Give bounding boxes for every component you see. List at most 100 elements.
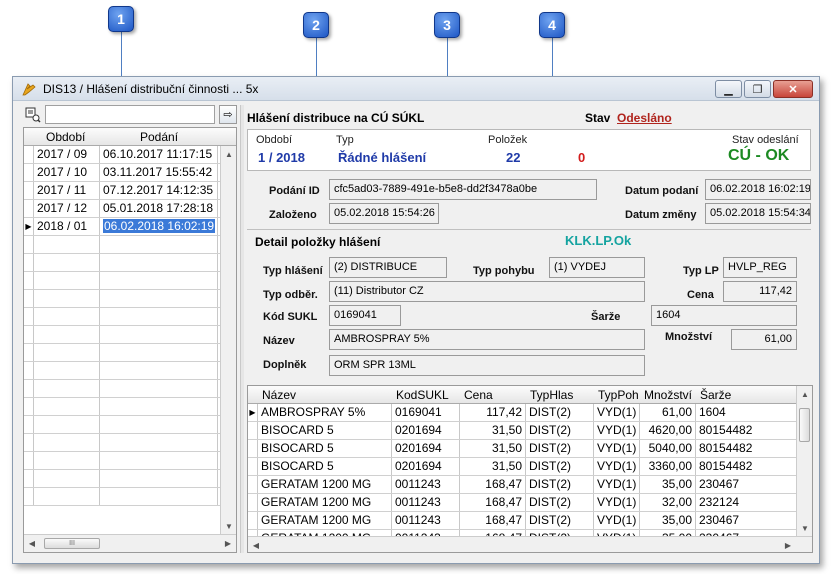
period-row[interactable]: 2017 / 09 06.10.2017 11:17:15 — [24, 146, 236, 164]
sarze-field[interactable]: 1604 — [651, 305, 797, 326]
scroll-left-icon[interactable]: ◀ — [248, 537, 264, 552]
item-row[interactable]: BISOCARD 5 0201694 31,50 DIST(2) VYD(1) 3360,… — [248, 458, 798, 476]
row-indicator — [248, 476, 258, 493]
minimize-button[interactable]: ▁ — [715, 80, 742, 98]
cell-podani — [100, 452, 218, 469]
scroll-thumb[interactable] — [799, 408, 810, 442]
cell-mnozstvi: 61,00 — [640, 404, 696, 421]
search-input[interactable] — [45, 105, 215, 124]
column-header-obdobi[interactable]: Období — [46, 130, 85, 144]
podani-id-field[interactable]: cfc5ad03-7889-491e-b5e8-dd2f3478a0be — [329, 179, 597, 200]
mnozstvi-field[interactable]: 61,00 — [731, 329, 797, 350]
detail-pane: Hlášení distribuce na CÚ SÚKL Stav Odesl… — [245, 105, 815, 553]
cell-kodsukl: 0201694 — [392, 440, 460, 457]
close-button[interactable]: ✕ — [773, 80, 813, 98]
datum-zmeny-field[interactable]: 05.02.2018 15:54:34 — [705, 203, 811, 224]
item-row[interactable]: BISOCARD 5 0201694 31,50 DIST(2) VYD(1) 4620,… — [248, 422, 798, 440]
item-row[interactable]: GERATAM 1200 MG0011243168,47DIST(2)VYD(1… — [248, 512, 798, 530]
empty-row — [24, 272, 236, 290]
cell-sarze: 1604 — [696, 404, 798, 421]
empty-row — [24, 236, 236, 254]
cell-obdobi — [34, 344, 100, 361]
cell-mnozstvi: 35,00 — [640, 512, 696, 529]
row-indicator — [248, 422, 258, 439]
period-grid-header: Období Podání — [24, 128, 236, 146]
empty-row — [24, 362, 236, 380]
cena-field[interactable]: 117,42 — [723, 281, 797, 302]
pane-splitter[interactable] — [240, 105, 244, 553]
typ-odber-field[interactable]: (11) Distributor CZ — [329, 281, 645, 302]
column-header-sarze[interactable]: Šarže — [700, 388, 731, 402]
scroll-thumb[interactable]: III — [44, 538, 100, 549]
items-grid: Název KodSUKL Cena TypHlas TypPoh Množství Šar… — [247, 385, 813, 553]
scroll-up-icon[interactable]: ▲ — [797, 386, 812, 402]
nazev-field[interactable]: AMBROSPRAY 5% — [329, 329, 645, 350]
left-toolbar: ⇨ — [23, 105, 237, 125]
cell-nazev: BISOCARD 5 — [258, 458, 392, 475]
period-vertical-scrollbar[interactable]: ▲ ▼ — [220, 146, 236, 534]
kod-sukl-field[interactable]: 0169041 — [329, 305, 401, 326]
items-horizontal-scrollbar[interactable]: ◀ ▶ — [248, 536, 812, 552]
item-row[interactable]: GERATAM 1200 MG0011243168,47DIST(2)VYD(1… — [248, 476, 798, 494]
scroll-right-icon[interactable]: ▶ — [780, 537, 796, 552]
app-window: DIS13 / Hlášení distribuční činnosti ...… — [12, 76, 820, 564]
cell-nazev: BISOCARD 5 — [258, 440, 392, 457]
row-indicator — [24, 182, 34, 199]
period-row[interactable]: 2017 / 10 03.11.2017 15:55:42 — [24, 164, 236, 182]
empty-row — [24, 416, 236, 434]
cell-obdobi: 2017 / 11 — [34, 182, 100, 199]
cell-podani: 05.01.2018 17:28:18 — [100, 200, 218, 217]
cell-kodsukl: 0169041 — [392, 404, 460, 421]
period-row[interactable]: 2017 / 12 05.01.2018 17:28:18 — [24, 200, 236, 218]
cell-sarze: 230467 — [696, 512, 798, 529]
zalozeno-field[interactable]: 05.02.2018 15:54:26 — [329, 203, 439, 224]
items-vertical-scrollbar[interactable]: ▲ ▼ — [796, 386, 812, 536]
item-row[interactable]: GERATAM 1200 MG0011243168,47DIST(2)VYD(1… — [248, 494, 798, 512]
scroll-up-icon[interactable]: ▲ — [221, 146, 236, 162]
cell-typhlas: DIST(2) — [526, 494, 594, 511]
page: DIS13 / Hlášení distribuční činnosti ...… — [0, 0, 832, 574]
title-bar[interactable]: DIS13 / Hlášení distribuční činnosti ...… — [13, 77, 819, 101]
period-row[interactable]: 2017 / 11 07.12.2017 14:12:35 — [24, 182, 236, 200]
column-header-podani[interactable]: Podání — [140, 130, 178, 144]
column-header-cena[interactable]: Cena — [464, 388, 493, 402]
scroll-down-icon[interactable]: ▼ — [797, 520, 812, 536]
row-indicator — [248, 440, 258, 457]
period-grid-rows: 2017 / 09 06.10.2017 11:17:15 2017 / 10 03.… — [24, 146, 236, 506]
cell-mnozstvi: 35,00 — [640, 476, 696, 493]
filter-icon[interactable] — [25, 107, 41, 123]
status-link[interactable]: Odesláno — [617, 111, 672, 125]
scroll-down-icon[interactable]: ▼ — [221, 518, 236, 534]
item-row[interactable]: BISOCARD 5 0201694 31,50 DIST(2) VYD(1) 5040,… — [248, 440, 798, 458]
item-row[interactable]: ▶ AMBROSPRAY 5% 0169041 117,42 DIST(2) VYD(1)… — [248, 404, 798, 422]
column-header-kodsukl[interactable]: KodSUKL — [396, 388, 449, 402]
typ-lp-field[interactable]: HVLP_REG — [723, 257, 797, 278]
empty-row — [24, 344, 236, 362]
datum-podani-field[interactable]: 06.02.2018 16:02:19 — [705, 179, 811, 200]
typ-pohybu-field[interactable]: (1) VYDEJ — [549, 257, 645, 278]
cell-podani — [100, 326, 218, 343]
cell-kodsukl: 0201694 — [392, 422, 460, 439]
column-header-typpoh[interactable]: TypPoh — [598, 388, 639, 402]
column-header-typhlas[interactable]: TypHlas — [530, 388, 573, 402]
doplnek-field[interactable]: ORM SPR 13ML — [329, 355, 645, 376]
typ-hlaseni-field[interactable]: (2) DISTRIBUCE — [329, 257, 447, 278]
scroll-right-icon[interactable]: ▶ — [220, 535, 236, 551]
cell-typhlas: DIST(2) — [526, 404, 594, 421]
restore-button[interactable]: ❐ — [744, 80, 771, 98]
column-header-nazev[interactable]: Název — [262, 388, 296, 402]
selected-cell-text[interactable]: 06.02.2018 16:02:19 — [103, 219, 216, 233]
go-arrow-button[interactable]: ⇨ — [219, 105, 237, 124]
row-indicator — [248, 458, 258, 475]
callout-badge-3: 3 — [434, 12, 460, 38]
cell-kodsukl: 0201694 — [392, 458, 460, 475]
empty-row — [24, 488, 236, 506]
column-header-mnozstvi[interactable]: Množství — [644, 388, 692, 402]
period-row[interactable]: ▶ 2018 / 01 06.02.2018 16:02:19 — [24, 218, 236, 236]
cell-podani — [100, 362, 218, 379]
row-indicator — [24, 380, 34, 397]
status-label: Stav — [585, 111, 611, 125]
cell-nazev: BISOCARD 5 — [258, 422, 392, 439]
period-horizontal-scrollbar[interactable]: ◀ III ▶ — [24, 534, 236, 552]
scroll-left-icon[interactable]: ◀ — [24, 535, 40, 551]
